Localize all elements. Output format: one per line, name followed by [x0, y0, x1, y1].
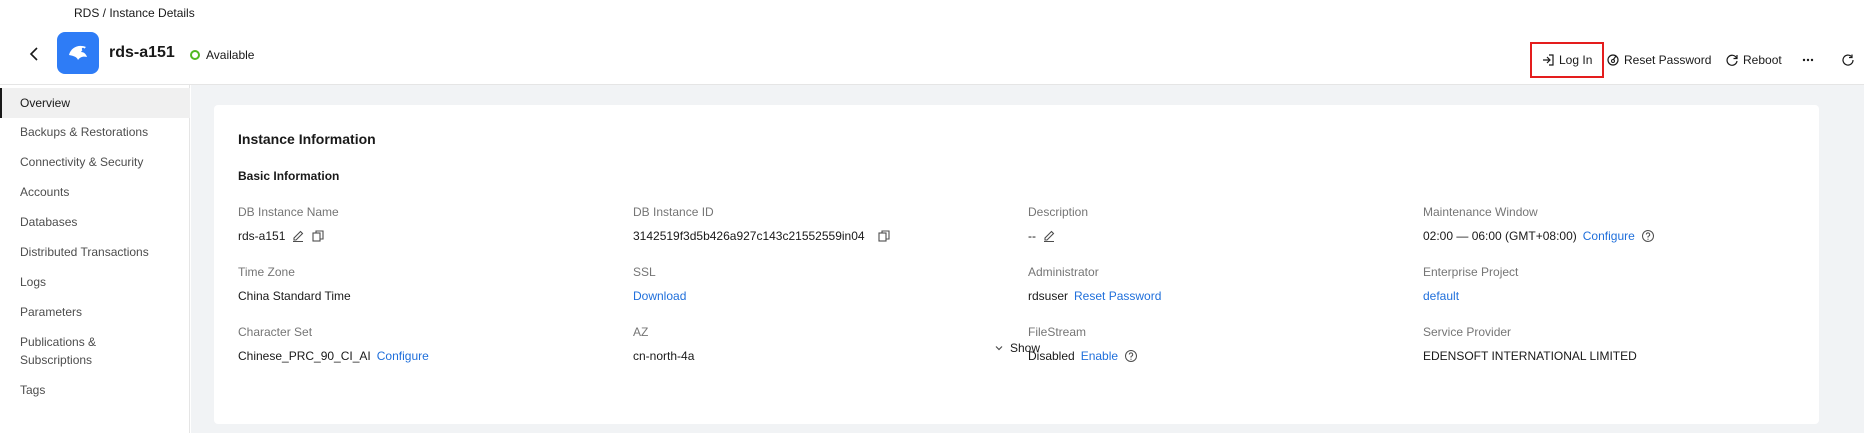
field-enterprise-project: Enterprise Project default: [1423, 265, 1518, 303]
field-label: FileStream: [1028, 325, 1087, 339]
field-service-provider: Service Provider EDENSOFT INTERNATIONAL …: [1423, 325, 1637, 363]
sidebar-item-parameters[interactable]: Parameters: [0, 303, 190, 321]
field-ssl: SSL Download: [633, 265, 686, 303]
field-label: Time Zone: [238, 265, 295, 279]
login-icon: [1543, 54, 1554, 66]
help-icon[interactable]: [1641, 229, 1655, 243]
reset-password-button[interactable]: Reset Password: [1606, 45, 1711, 75]
field-character-set: Character Set Chinese_PRC_90_CI_AI Confi…: [238, 325, 429, 363]
login-label: Log In: [1559, 53, 1593, 67]
field-value-row: Download: [633, 289, 686, 303]
field-value-row: 3142519f3d5b426a927c143c21552559in04: [633, 229, 891, 243]
edit-icon[interactable]: [291, 229, 305, 243]
main-content: Instance Information Basic Information D…: [191, 85, 1864, 433]
enterprise-project-link[interactable]: default: [1423, 289, 1459, 303]
sidebar-item-distributed-transactions[interactable]: Distributed Transactions: [0, 243, 190, 261]
field-label: DB Instance Name: [238, 205, 339, 219]
field-value-row: China Standard Time: [238, 289, 351, 303]
field-description: Description --: [1028, 205, 1088, 243]
show-label: Show: [1010, 341, 1041, 355]
refresh-button[interactable]: [1841, 45, 1855, 75]
field-label: Maintenance Window: [1423, 205, 1538, 219]
field-db-instance-name: DB Instance Name rds-a151: [238, 205, 339, 243]
maintenance-window-value: 02:00 — 06:00 (GMT+08:00): [1423, 229, 1577, 243]
more-icon: [1802, 58, 1814, 62]
maintenance-configure-link[interactable]: Configure: [1583, 229, 1635, 243]
login-button[interactable]: Log In: [1541, 45, 1592, 75]
service-provider-value: EDENSOFT INTERNATIONAL LIMITED: [1423, 349, 1637, 363]
field-administrator: Administrator rdsuser Reset Password: [1028, 265, 1161, 303]
field-label: SSL: [633, 265, 656, 279]
field-value-row: EDENSOFT INTERNATIONAL LIMITED: [1423, 349, 1637, 363]
sidebar-item-overview[interactable]: Overview: [0, 88, 190, 118]
field-label: Description: [1028, 205, 1089, 219]
administrator-value: rdsuser: [1028, 289, 1069, 303]
description-value: --: [1028, 229, 1036, 243]
field-value-row: 02:00 — 06:00 (GMT+08:00) Configure: [1423, 229, 1655, 243]
character-set-configure-link[interactable]: Configure: [377, 349, 429, 363]
edit-icon[interactable]: [1042, 229, 1056, 243]
chevron-down-icon: [995, 346, 1003, 351]
sidebar-item-publications-subscriptions[interactable]: Publications & Subscriptions: [0, 333, 120, 369]
reset-password-label: Reset Password: [1624, 53, 1712, 67]
sidebar-nav: Overview Backups & Restorations Connecti…: [0, 85, 190, 433]
sidebar-item-accounts[interactable]: Accounts: [0, 183, 190, 201]
field-label: Character Set: [238, 325, 313, 339]
character-set-value: Chinese_PRC_90_CI_AI: [238, 349, 371, 363]
field-time-zone: Time Zone China Standard Time: [238, 265, 351, 303]
field-value-row: --: [1028, 229, 1088, 243]
reboot-icon: [1726, 54, 1738, 66]
reboot-label: Reboot: [1743, 53, 1782, 67]
field-label: DB Instance ID: [633, 205, 714, 219]
field-value-row: cn-north-4a: [633, 349, 694, 363]
db-instance-name-value: rds-a151: [238, 229, 286, 243]
az-value: cn-north-4a: [633, 349, 695, 363]
reboot-button[interactable]: Reboot: [1725, 45, 1782, 75]
time-zone-value: China Standard Time: [238, 289, 351, 303]
filestream-enable-link[interactable]: Enable: [1081, 349, 1118, 363]
field-label: Administrator: [1028, 265, 1099, 279]
page-header: rds-a151 Available Log In Reset Password…: [0, 28, 1864, 84]
copy-icon[interactable]: [311, 229, 325, 243]
sidebar-item-backups-restorations[interactable]: Backups & Restorations: [0, 123, 190, 141]
reset-password-icon: [1607, 54, 1619, 66]
sidebar-item-logs[interactable]: Logs: [0, 273, 190, 291]
copy-icon[interactable]: [877, 229, 891, 243]
field-value-row: default: [1423, 289, 1518, 303]
card-title: Instance Information: [238, 131, 376, 147]
sidebar-item-databases[interactable]: Databases: [0, 213, 190, 231]
field-label: Enterprise Project: [1423, 265, 1519, 279]
field-db-instance-id: DB Instance ID 3142519f3d5b426a927c143c2…: [633, 205, 891, 243]
sidebar-item-tags[interactable]: Tags: [0, 381, 190, 399]
header-actions: Log In Reset Password Reboot: [0, 42, 1864, 78]
show-more-toggle[interactable]: Show: [994, 341, 1040, 355]
field-value-row: rds-a151: [238, 229, 339, 243]
help-icon[interactable]: [1124, 349, 1138, 363]
instance-info-card: Instance Information Basic Information D…: [214, 105, 1819, 424]
field-value-row: rdsuser Reset Password: [1028, 289, 1161, 303]
ssl-download-link[interactable]: Download: [633, 289, 686, 303]
field-value-row: Chinese_PRC_90_CI_AI Configure: [238, 349, 429, 363]
field-az: AZ cn-north-4a: [633, 325, 694, 363]
breadcrumb: RDS / Instance Details: [74, 6, 195, 20]
field-value-row: Disabled Enable: [1028, 349, 1138, 363]
field-maintenance-window: Maintenance Window 02:00 — 06:00 (GMT+08…: [1423, 205, 1655, 243]
db-instance-id-value: 3142519f3d5b426a927c143c21552559in04: [633, 229, 865, 243]
more-button[interactable]: [1801, 45, 1815, 75]
field-label: AZ: [633, 325, 649, 339]
refresh-icon: [1842, 54, 1854, 66]
admin-reset-password-link[interactable]: Reset Password: [1074, 289, 1161, 303]
field-filestream: FileStream Disabled Enable: [1028, 325, 1138, 363]
sidebar-item-connectivity-security[interactable]: Connectivity & Security: [0, 153, 190, 171]
section-title-basic-info: Basic Information: [238, 169, 340, 183]
field-label: Service Provider: [1423, 325, 1512, 339]
